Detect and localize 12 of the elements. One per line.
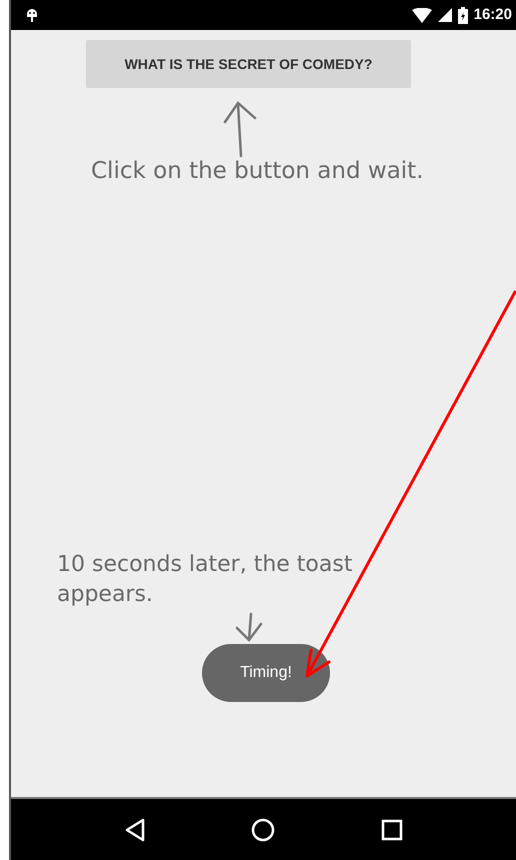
recents-icon[interactable] — [381, 818, 404, 840]
home-icon[interactable] — [251, 818, 276, 842]
toast: Timing! — [202, 644, 330, 702]
android-icon — [25, 7, 39, 23]
wifi-icon — [412, 8, 432, 22]
status-time: 16:20 — [474, 4, 512, 25]
signal-icon — [438, 8, 452, 22]
back-icon[interactable] — [124, 818, 146, 842]
battery-icon — [458, 6, 468, 24]
instruction-note: Click on the button and wait. — [91, 157, 424, 186]
comedy-button[interactable]: WHAT IS THE SECRET OF COMEDY? — [86, 40, 411, 88]
toast-note: 10 seconds later, the toast appears. — [57, 551, 354, 609]
